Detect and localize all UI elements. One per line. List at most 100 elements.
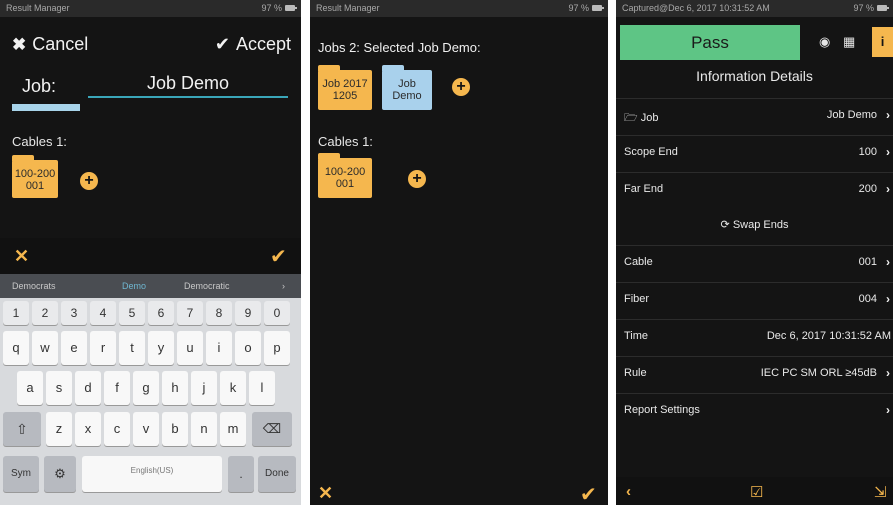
key-0[interactable]: 0 bbox=[264, 301, 290, 325]
sym-key[interactable]: Sym bbox=[3, 456, 39, 492]
key-5[interactable]: 5 bbox=[119, 301, 145, 325]
status-title: Result Manager bbox=[6, 3, 70, 13]
key-8[interactable]: 8 bbox=[206, 301, 232, 325]
key-h[interactable]: h bbox=[162, 371, 188, 405]
info-row-job[interactable]: 🗁 Job Job Demo › bbox=[616, 98, 893, 132]
job-folder-demo[interactable]: Job Demo bbox=[382, 65, 432, 110]
bottom-nav: ‹ ☑ ⇲ bbox=[616, 477, 893, 505]
add-cable-button[interactable]: + bbox=[408, 170, 426, 188]
key-a[interactable]: a bbox=[17, 371, 43, 405]
info-row-fiber[interactable]: Fiber 004 › bbox=[616, 282, 893, 316]
key-m[interactable]: m bbox=[220, 412, 246, 446]
cable-folder[interactable]: 100-200 001 bbox=[318, 153, 372, 198]
key-s[interactable]: s bbox=[46, 371, 72, 405]
battery-icon bbox=[592, 5, 604, 11]
key-3[interactable]: 3 bbox=[61, 301, 87, 325]
accept-button[interactable]: ✔ Accept bbox=[215, 34, 291, 55]
shift-key[interactable]: ⇧ bbox=[3, 412, 41, 446]
pass-status-tab[interactable]: Pass bbox=[620, 25, 800, 60]
add-job-button[interactable]: + bbox=[452, 78, 470, 96]
row-value: Dec 6, 2017 10:31:52 AM bbox=[766, 330, 891, 342]
battery-level: 97 % bbox=[261, 3, 282, 13]
cables-label: Cables 1: bbox=[12, 134, 67, 149]
row-label: Report Settings bbox=[624, 404, 700, 416]
key-f[interactable]: f bbox=[104, 371, 130, 405]
key-g[interactable]: g bbox=[133, 371, 159, 405]
key-9[interactable]: 9 bbox=[235, 301, 261, 325]
accept-label: Accept bbox=[235, 34, 291, 54]
key-t[interactable]: t bbox=[119, 331, 145, 365]
cable-folder[interactable]: 100-200 001 bbox=[12, 155, 58, 198]
checklist-icon[interactable]: ☑ bbox=[750, 483, 763, 501]
swap-ends-button[interactable]: ⟳ Swap Ends bbox=[616, 218, 893, 231]
table-icon[interactable]: ▦ bbox=[843, 34, 855, 50]
info-row-time: Time Dec 6, 2017 10:31:52 AM bbox=[616, 319, 893, 353]
plus-icon: + bbox=[412, 170, 422, 187]
key-w[interactable]: w bbox=[32, 331, 58, 365]
info-row-cable[interactable]: Cable 001 › bbox=[616, 245, 893, 279]
suggestion-3[interactable]: Democratic bbox=[184, 281, 230, 291]
key-i[interactable]: i bbox=[206, 331, 232, 365]
job-folder-2017-1205[interactable]: Job 2017 1205 bbox=[318, 65, 372, 110]
discard-icon[interactable]: ✕ bbox=[318, 483, 333, 504]
info-row-far-end[interactable]: Far End 200 › bbox=[616, 172, 893, 206]
job-name-input[interactable] bbox=[88, 70, 288, 98]
info-row-rule[interactable]: Rule IEC PC SM ORL ≥45dB › bbox=[616, 356, 893, 390]
suggestion-2[interactable]: Demo bbox=[122, 281, 146, 291]
cables-label: Cables 1: bbox=[318, 134, 373, 149]
confirm-icon[interactable]: ✔ bbox=[270, 244, 287, 269]
key-b[interactable]: b bbox=[162, 412, 188, 446]
key-e[interactable]: e bbox=[61, 331, 87, 365]
key-u[interactable]: u bbox=[177, 331, 203, 365]
key-j[interactable]: j bbox=[191, 371, 217, 405]
row-value: 100 bbox=[858, 146, 877, 158]
period-key[interactable]: . bbox=[228, 456, 254, 492]
close-icon: ✖ bbox=[12, 34, 27, 54]
key-o[interactable]: o bbox=[235, 331, 261, 365]
settings-key[interactable]: ⚙ bbox=[44, 456, 76, 492]
suggestion-1[interactable]: Democrats bbox=[12, 281, 56, 291]
key-q[interactable]: q bbox=[3, 331, 29, 365]
space-key[interactable]: English(US) bbox=[82, 456, 222, 492]
plus-icon: + bbox=[456, 78, 466, 95]
battery-icon bbox=[877, 5, 889, 11]
status-bar: Result Manager 97 % bbox=[0, 0, 301, 17]
key-z[interactable]: z bbox=[46, 412, 72, 446]
key-p[interactable]: p bbox=[264, 331, 290, 365]
info-tab[interactable]: i bbox=[872, 27, 893, 57]
key-6[interactable]: 6 bbox=[148, 301, 174, 325]
key-x[interactable]: x bbox=[75, 412, 101, 446]
key-2[interactable]: 2 bbox=[32, 301, 58, 325]
done-key[interactable]: Done bbox=[258, 456, 296, 492]
add-cable-button[interactable]: + bbox=[80, 172, 98, 190]
export-icon[interactable]: ⇲ bbox=[874, 483, 887, 501]
key-1[interactable]: 1 bbox=[3, 301, 29, 325]
status-title: Result Manager bbox=[316, 3, 380, 13]
row-label: Scope End bbox=[624, 146, 678, 158]
key-4[interactable]: 4 bbox=[90, 301, 116, 325]
record-icon[interactable]: ◉ bbox=[819, 34, 830, 50]
key-y[interactable]: y bbox=[148, 331, 174, 365]
back-icon[interactable]: ‹ bbox=[626, 483, 631, 500]
discard-icon[interactable]: ✕ bbox=[14, 246, 29, 267]
swap-label: Swap Ends bbox=[732, 219, 789, 231]
chevron-right-icon: › bbox=[886, 366, 890, 380]
backspace-key[interactable]: ⌫ bbox=[252, 412, 292, 446]
key-l[interactable]: l bbox=[249, 371, 275, 405]
battery-level: 97 % bbox=[568, 3, 589, 13]
result-info-screen: Captured@Dec 6, 2017 10:31:52 AM 97 % Pa… bbox=[616, 0, 893, 505]
key-d[interactable]: d bbox=[75, 371, 101, 405]
key-v[interactable]: v bbox=[133, 412, 159, 446]
key-c[interactable]: c bbox=[104, 412, 130, 446]
key-r[interactable]: r bbox=[90, 331, 116, 365]
row-label: Time bbox=[624, 330, 649, 342]
folder-icon: 🗁 bbox=[624, 112, 641, 124]
cancel-button[interactable]: ✖ Cancel bbox=[12, 34, 88, 55]
key-n[interactable]: n bbox=[191, 412, 217, 446]
info-row-scope-end[interactable]: Scope End 100 › bbox=[616, 135, 893, 169]
key-k[interactable]: k bbox=[220, 371, 246, 405]
chevron-right-icon[interactable]: › bbox=[282, 281, 285, 291]
key-7[interactable]: 7 bbox=[177, 301, 203, 325]
confirm-icon[interactable]: ✔ bbox=[580, 482, 597, 505]
info-row-report-settings[interactable]: Report Settings › bbox=[616, 393, 893, 427]
